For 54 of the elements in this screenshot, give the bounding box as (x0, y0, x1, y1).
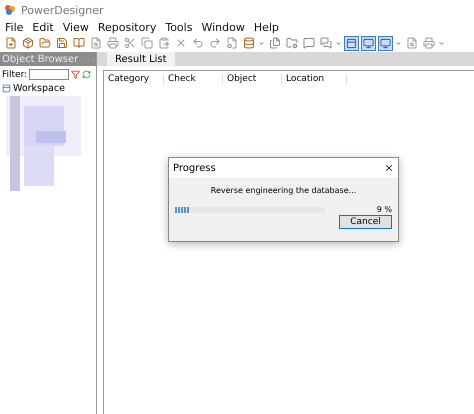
app-logo-icon (4, 4, 16, 16)
filter-icon[interactable] (71, 70, 80, 79)
cut-icon[interactable] (124, 37, 136, 49)
printer-icon[interactable] (106, 37, 118, 49)
menu-item[interactable]: File (5, 20, 24, 34)
menu-item[interactable]: Repository (98, 20, 156, 34)
menu-item[interactable]: Edit (32, 20, 54, 34)
output-view-toggle[interactable] (361, 36, 376, 50)
browser-view-toggle[interactable] (344, 36, 359, 50)
overflow-icon[interactable] (335, 40, 342, 46)
new-file-icon[interactable] (4, 37, 16, 49)
refresh-icon[interactable] (82, 70, 92, 79)
print-preview-icon[interactable] (406, 37, 418, 49)
menu-item[interactable]: Help (254, 20, 279, 34)
properties-icon[interactable] (226, 37, 238, 49)
save-icon[interactable] (56, 37, 68, 49)
progress-message: Reverse engineering the database... (210, 186, 358, 195)
filter-label: Filter: (2, 70, 28, 80)
menu-item[interactable]: Tools (165, 20, 192, 34)
close-icon[interactable] (384, 163, 394, 173)
menu-item[interactable]: Window (201, 20, 245, 34)
dialog-title: Progress (173, 162, 216, 174)
copy-icon[interactable] (140, 37, 152, 49)
menu-item[interactable]: View (62, 20, 89, 34)
package-icon[interactable] (22, 37, 34, 49)
delete-icon[interactable] (174, 37, 186, 49)
column-header[interactable]: Check (164, 74, 223, 84)
overflow-icon[interactable] (438, 40, 445, 46)
progress-reading: 9 % (376, 205, 392, 214)
comment-icon[interactable] (302, 37, 314, 49)
tab[interactable]: Result List (107, 52, 175, 66)
panel-title: Object Browser (2, 54, 78, 64)
printer-icon[interactable] (422, 37, 434, 49)
column-header[interactable]: Category (104, 74, 164, 84)
book-icon[interactable] (72, 37, 84, 49)
database-icon[interactable] (242, 37, 254, 49)
folder-icon[interactable] (286, 37, 298, 49)
result-view-toggle[interactable] (378, 36, 393, 50)
paste-icon[interactable] (158, 37, 170, 49)
redo-icon[interactable] (208, 37, 220, 49)
tree-item[interactable]: Workspace (13, 83, 65, 94)
overflow-icon[interactable] (395, 40, 402, 46)
open-folder-icon[interactable] (38, 37, 50, 49)
overflow-icon[interactable] (258, 40, 265, 46)
undo-icon[interactable] (192, 37, 204, 49)
workspace-icon (2, 84, 11, 93)
filter-field[interactable] (29, 69, 70, 80)
column-header[interactable]: Object (223, 74, 282, 84)
comments-icon[interactable] (320, 37, 332, 49)
print-preview-icon[interactable] (90, 37, 102, 49)
column-header[interactable]: Location (282, 74, 347, 84)
documents-icon[interactable] (268, 37, 280, 49)
cancel-button[interactable]: Cancel (339, 215, 392, 229)
window-title: PowerDesigner (21, 4, 104, 16)
